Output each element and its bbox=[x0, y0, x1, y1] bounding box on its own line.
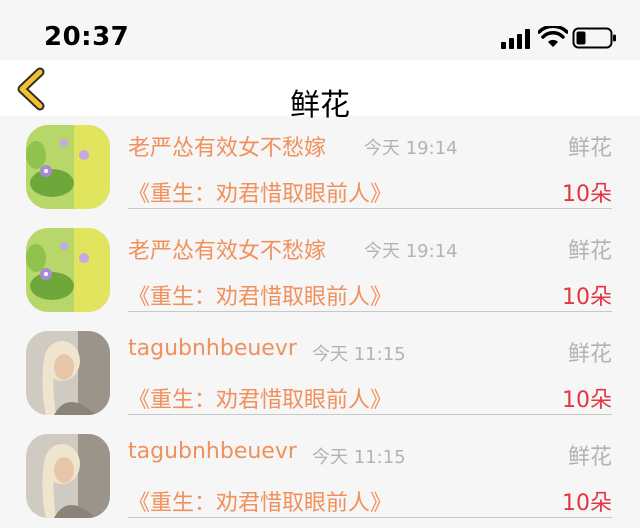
book-title: 《重生：劝君惜取眼前人》 bbox=[128, 182, 393, 207]
status-bar: 20:37 bbox=[0, 0, 640, 60]
user-name: 老严怂有效女不愁嫁 bbox=[128, 136, 327, 161]
timestamp: 今天 19:14 bbox=[364, 138, 458, 159]
user-name: 老严怂有效女不愁嫁 bbox=[128, 239, 327, 264]
divider bbox=[128, 208, 612, 209]
gift-type: 鲜花 bbox=[567, 239, 612, 264]
battery-icon bbox=[572, 27, 616, 49]
timestamp: 今天 11:15 bbox=[312, 344, 406, 365]
list-item[interactable]: tagubnhbeuevr 今天 11:15 鲜花 《重生：劝君惜取眼前人》 1… bbox=[0, 425, 640, 528]
gift-count: 10朵 bbox=[562, 182, 612, 207]
status-time: 20:37 bbox=[44, 22, 130, 52]
gift-list: 老严怂有效女不愁嫁 今天 19:14 鲜花 《重生：劝君惜取眼前人》 10朵 老… bbox=[0, 116, 640, 528]
avatar[interactable] bbox=[26, 228, 110, 312]
gift-count: 10朵 bbox=[562, 388, 612, 413]
book-title: 《重生：劝君惜取眼前人》 bbox=[128, 388, 393, 413]
gift-type: 鲜花 bbox=[567, 342, 612, 367]
list-item[interactable]: 老严怂有效女不愁嫁 今天 19:14 鲜花 《重生：劝君惜取眼前人》 10朵 bbox=[0, 219, 640, 322]
avatar[interactable] bbox=[26, 331, 110, 415]
gift-count: 10朵 bbox=[562, 285, 612, 310]
gift-type: 鲜花 bbox=[567, 136, 612, 161]
cellular-signal-icon bbox=[501, 29, 530, 49]
gift-type: 鲜花 bbox=[567, 445, 612, 470]
list-item[interactable]: 老严怂有效女不愁嫁 今天 19:14 鲜花 《重生：劝君惜取眼前人》 10朵 bbox=[0, 116, 640, 219]
book-title: 《重生：劝君惜取眼前人》 bbox=[128, 491, 393, 516]
list-item[interactable]: tagubnhbeuevr 今天 11:15 鲜花 《重生：劝君惜取眼前人》 1… bbox=[0, 322, 640, 425]
divider bbox=[128, 517, 612, 518]
wifi-icon bbox=[538, 26, 568, 47]
timestamp: 今天 11:15 bbox=[312, 447, 406, 468]
avatar[interactable] bbox=[26, 434, 110, 518]
avatar[interactable] bbox=[26, 125, 110, 209]
timestamp: 今天 19:14 bbox=[364, 241, 458, 262]
gift-count: 10朵 bbox=[562, 491, 612, 516]
divider bbox=[128, 311, 612, 312]
user-name: tagubnhbeuevr bbox=[128, 439, 297, 464]
book-title: 《重生：劝君惜取眼前人》 bbox=[128, 285, 393, 310]
user-name: tagubnhbeuevr bbox=[128, 336, 297, 361]
divider bbox=[128, 414, 612, 415]
